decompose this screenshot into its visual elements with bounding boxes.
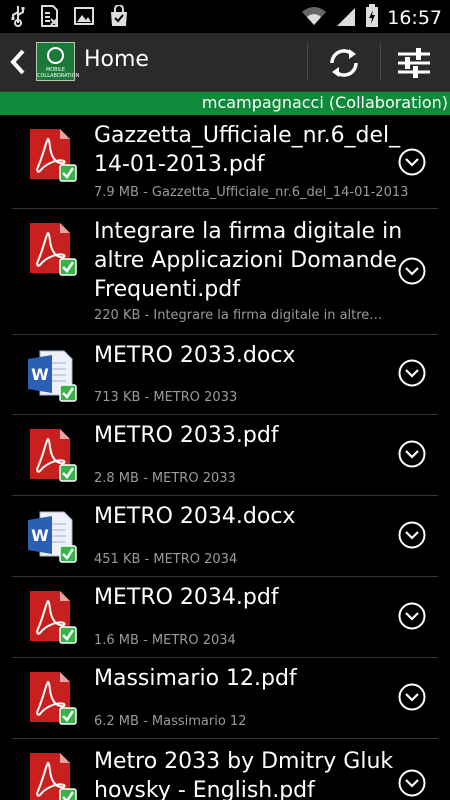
file-meta: 7.9 MB - Gazzetta_Ufficiale_nr.6_del_14-…: [94, 185, 409, 200]
file-row[interactable]: METRO 2034.pdf 1.6 MB - METRO 2034: [0, 577, 450, 658]
file-name: Gazzetta_Ufficiale_nr.6_del_14-01-2013.p…: [94, 123, 401, 177]
file-size: 1.6 MB: [94, 633, 139, 648]
logo-text: MOBILE COLLABORATION: [37, 67, 80, 79]
file-size: 220 KB: [94, 308, 141, 323]
refresh-button[interactable]: [322, 43, 366, 83]
file-meta: 1.6 MB - METRO 2034: [94, 633, 236, 648]
file-row[interactable]: W METRO 2034.docx 451 KB - METRO 2034: [0, 496, 450, 577]
action-divider: [380, 43, 381, 81]
svg-text:W: W: [31, 365, 49, 384]
signal-icon: [335, 5, 357, 31]
battery-charging-icon: [365, 4, 379, 32]
chevron-down-icon[interactable]: [398, 521, 426, 549]
file-name: Massimario 12.pdf: [94, 666, 297, 691]
file-meta: 2.8 MB - METRO 2033: [94, 471, 236, 486]
chevron-down-icon[interactable]: [398, 359, 426, 387]
account-label: mcampagnacci (Collaboration): [201, 93, 448, 112]
pdf-file-icon: [26, 221, 78, 279]
pdf-file-icon: [26, 127, 78, 185]
file-meta: 6.2 MB - Massimario 12: [94, 714, 247, 729]
pdf-file-icon: [26, 427, 78, 485]
action-bar: MOBILE COLLABORATION Home: [0, 33, 450, 92]
file-description: METRO 2034: [153, 552, 238, 567]
pdf-file-icon: [26, 589, 78, 647]
file-description: METRO 2034: [151, 633, 236, 648]
status-bar: 16:57: [0, 0, 450, 33]
refresh-icon: [322, 49, 366, 87]
file-description: Gazzetta_Ufficiale_nr.6_del_14-01-2013: [151, 185, 409, 200]
file-row[interactable]: METRO 2033.pdf 2.8 MB - METRO 2033: [0, 415, 450, 496]
pdf-file-icon: [26, 751, 78, 800]
sim-icon: [40, 5, 60, 31]
file-description: Integrare la firma digitale in altre…: [153, 308, 383, 323]
file-row[interactable]: Integrare la firma digitale in altre App…: [0, 209, 450, 335]
file-name: METRO 2034.docx: [94, 504, 296, 529]
settings-sliders-icon: [392, 48, 436, 87]
action-divider: [307, 43, 308, 81]
file-name: METRO 2033.docx: [94, 343, 296, 368]
back-arrow-icon[interactable]: [8, 47, 28, 81]
file-list: Gazzetta_Ufficiale_nr.6_del_14-01-2013.p…: [0, 115, 450, 800]
chevron-down-icon[interactable]: [398, 257, 426, 285]
file-meta: 451 KB - METRO 2034: [94, 552, 238, 567]
pdf-file-icon: [26, 670, 78, 728]
file-size: 7.9 MB: [94, 185, 139, 200]
file-meta: 220 KB - Integrare la firma digitale in …: [94, 308, 383, 323]
file-description: Massimario 12: [151, 714, 247, 729]
shopping-bag-icon: [108, 4, 130, 31]
chevron-down-icon[interactable]: [398, 602, 426, 630]
word-file-icon: W: [26, 347, 78, 405]
chevron-down-icon[interactable]: [398, 683, 426, 711]
logo-circle-icon: [47, 47, 64, 64]
file-row[interactable]: Metro 2033 by Dmitry Glukhovsky - Englis…: [0, 739, 450, 800]
chevron-down-icon[interactable]: [398, 769, 426, 797]
file-description: METRO 2033: [153, 390, 238, 405]
file-name: METRO 2033.pdf: [94, 423, 279, 448]
usb-icon: [10, 5, 26, 31]
settings-button[interactable]: [392, 43, 436, 83]
file-description: METRO 2033: [151, 471, 236, 486]
file-row[interactable]: W METRO 2033.docx 713 KB - METRO 2033: [0, 335, 450, 415]
file-size: 6.2 MB: [94, 714, 139, 729]
chevron-down-icon[interactable]: [398, 148, 426, 176]
file-name: Integrare la firma digitale in altre App…: [94, 219, 403, 302]
wifi-icon: [301, 5, 327, 31]
file-size: 713 KB: [94, 390, 141, 405]
file-size: 451 KB: [94, 552, 141, 567]
file-name: Metro 2033 by Dmitry Glukhovsky - Englis…: [94, 749, 394, 800]
file-row[interactable]: Gazzetta_Ufficiale_nr.6_del_14-01-2013.p…: [0, 115, 450, 209]
file-row[interactable]: Massimario 12.pdf 6.2 MB - Massimario 12: [0, 658, 450, 739]
image-icon: [74, 6, 94, 30]
file-meta: 713 KB - METRO 2033: [94, 390, 238, 405]
svg-text:W: W: [31, 526, 49, 545]
file-name: METRO 2034.pdf: [94, 585, 279, 610]
file-size: 2.8 MB: [94, 471, 139, 486]
status-time: 16:57: [387, 7, 442, 29]
word-file-icon: W: [26, 508, 78, 566]
account-bar: mcampagnacci (Collaboration): [0, 92, 450, 115]
app-logo[interactable]: MOBILE COLLABORATION: [36, 42, 80, 81]
chevron-down-icon[interactable]: [398, 440, 426, 468]
page-title[interactable]: Home: [84, 47, 149, 72]
